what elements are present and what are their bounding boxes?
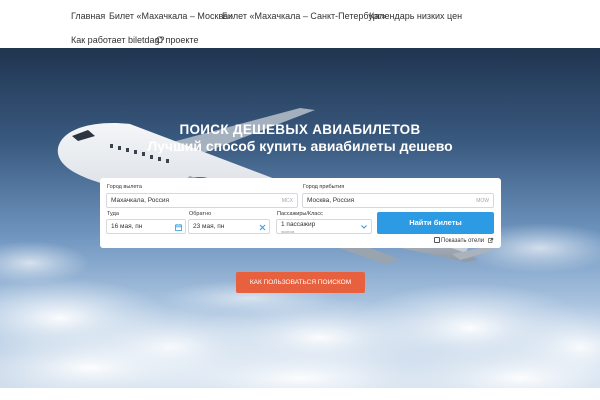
passengers-class-select[interactable]: 1 пассажир эконом [276,219,372,234]
destination-field[interactable]: Москва, Россия MOW [302,193,494,208]
passengers-label: Пассажиры/Класс [277,211,323,217]
passengers-value: 1 пассажир [281,221,316,228]
hero-section: ПОИСК ДЕШЕВЫХ АВИАБИЛЕТОВ Лучший способ … [0,48,600,388]
depart-date-field[interactable]: 16 мая, пн [106,219,186,234]
checkbox-icon[interactable] [434,237,440,243]
close-icon[interactable] [259,224,266,231]
nav-item-calendar[interactable]: Календарь низких цен [369,11,462,21]
class-value: эконом [281,229,295,234]
nav-item-home[interactable]: Главная [71,11,105,21]
depart-label: Туда [107,211,119,217]
nav-item-how-it-works[interactable]: Как работает biletdag? [71,35,165,45]
destination-label: Город прибытия [303,184,345,190]
show-hotels-label: Показать отели [441,238,485,244]
show-hotels-toggle[interactable]: Показать отели [434,237,494,244]
origin-field[interactable]: Махачкала, Россия MCX [106,193,298,208]
nav-item-about[interactable]: О проекте [156,35,198,45]
destination-value: Москва, Россия [307,197,355,204]
flight-search-form: Город вылета Махачкала, Россия MCX Город… [100,178,501,248]
how-to-use-search-button[interactable]: КАК ПОЛЬЗОВАТЬСЯ ПОИСКОМ [236,272,365,293]
hero-title: ПОИСК ДЕШЕВЫХ АВИАБИЛЕТОВ [179,122,421,137]
return-date-field[interactable]: 23 мая, пн [188,219,270,234]
hero-subtitle: Лучший способ купить авиабилеты дешево [147,138,453,154]
nav-item-mcx-mow[interactable]: Билет «Махачкала – Москва» [109,11,233,21]
return-label: Обратно [189,211,212,217]
link-icon [487,237,493,243]
find-tickets-button[interactable]: Найти билеты [377,212,494,234]
return-date-value: 23 мая, пн [193,223,225,230]
origin-label: Город вылета [107,184,142,190]
chevron-down-icon [361,225,367,229]
depart-date-value: 16 мая, пн [111,223,143,230]
origin-value: Махачкала, Россия [111,197,170,204]
nav-item-mcx-led[interactable]: Билет «Махачкала – Санкт-Петербург» [222,11,386,21]
calendar-icon[interactable] [175,224,182,231]
destination-code: MOW [476,198,489,204]
top-navigation: Главная Билет «Махачкала – Москва» Билет… [0,0,600,48]
origin-code: MCX [281,198,293,204]
